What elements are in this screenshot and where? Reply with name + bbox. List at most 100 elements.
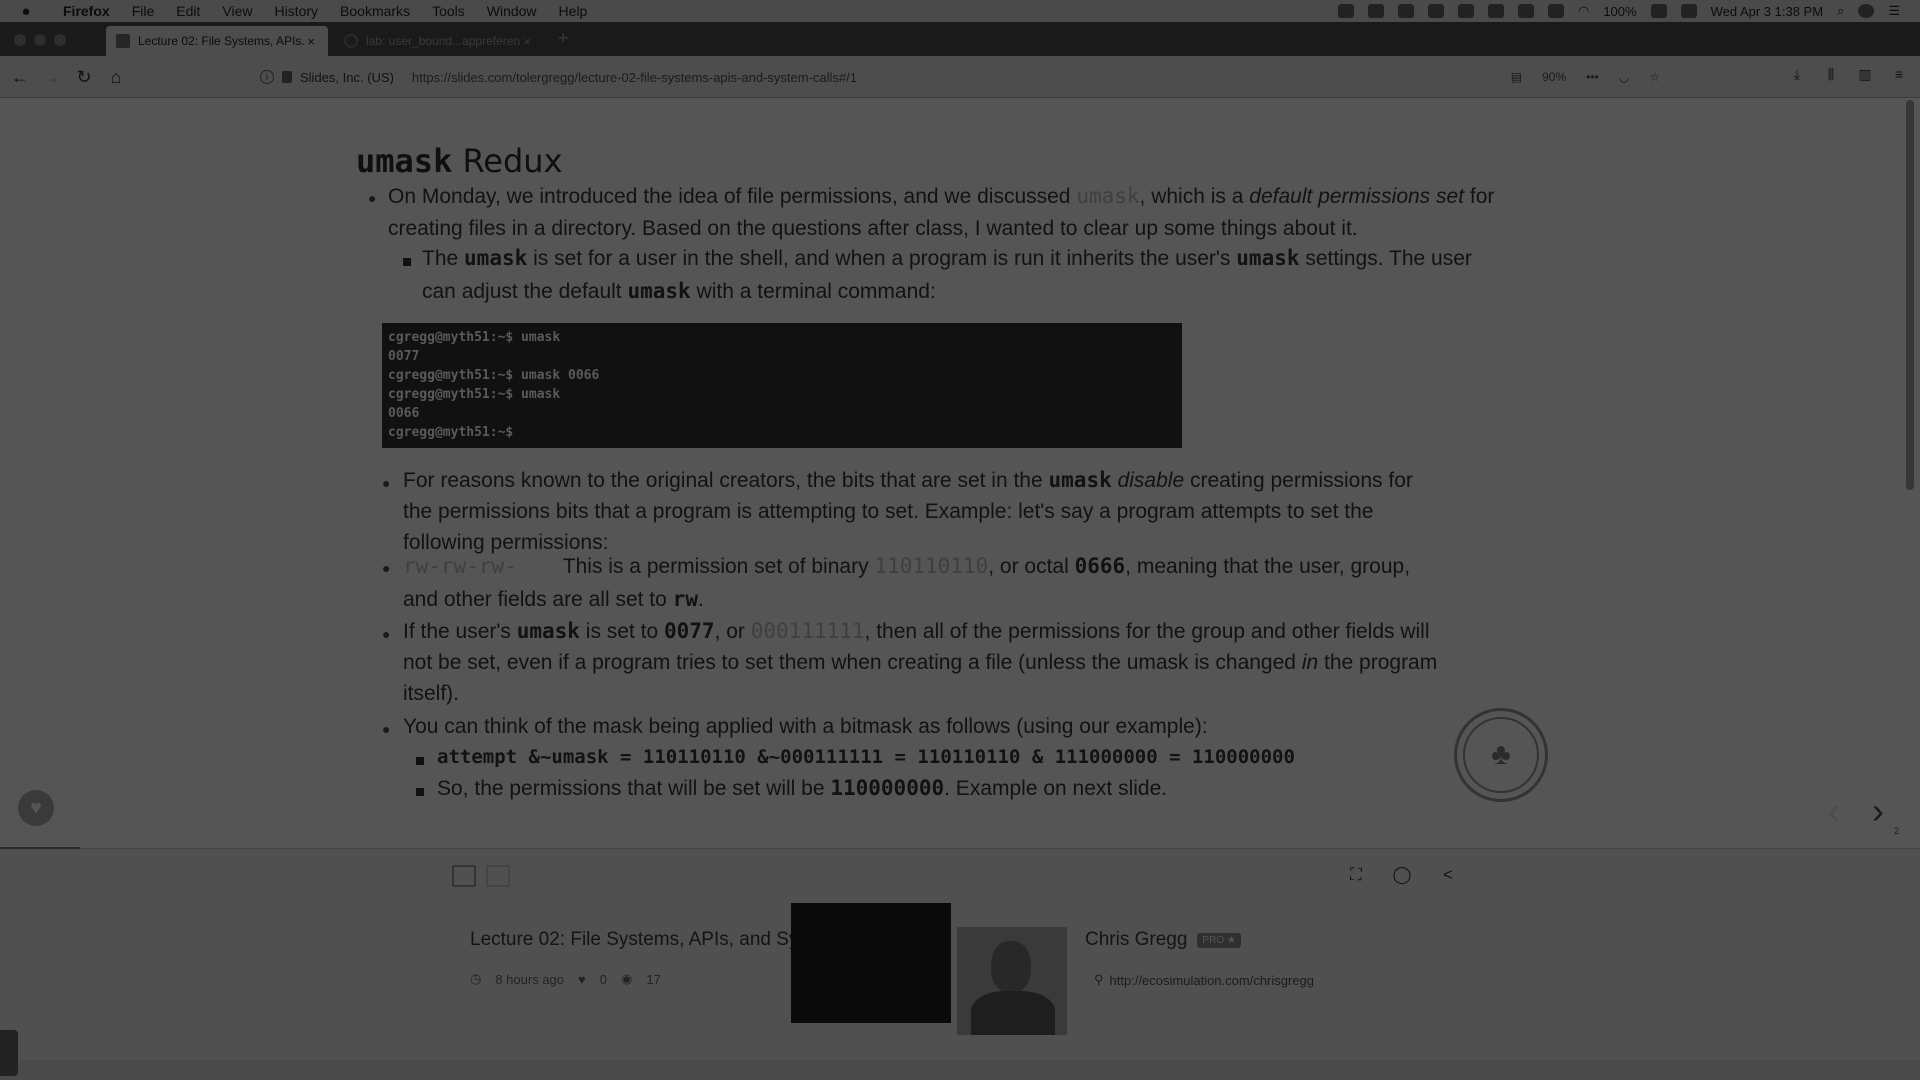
menu-history[interactable]: History (263, 3, 329, 19)
tab-lecture-02[interactable]: Lecture 02: File Systems, APIs... × (106, 26, 328, 56)
menu-help[interactable]: Help (548, 3, 599, 19)
share-icon[interactable]: < (1434, 861, 1462, 889)
tab-label: lab: user_bound...appreferen... (366, 34, 520, 48)
time-ago: 8 hours ago (495, 971, 565, 987)
reader-view-icon[interactable]: ▤ (1511, 70, 1522, 84)
library-icon[interactable]: ⫼ (1822, 65, 1840, 83)
next-slide-button[interactable]: › (1872, 790, 1884, 832)
sidebar-icon[interactable]: ▥ (1856, 65, 1874, 83)
dropbox-icon[interactable] (1367, 4, 1384, 18)
square-bullet-icon (416, 757, 424, 765)
like-count: 0 (599, 971, 607, 987)
like-button[interactable]: ♥ (18, 790, 54, 826)
deck-footer: ⛶ ◯ < Lecture 02: File Systems, APIs, an… (0, 847, 1920, 1080)
record-icon[interactable] (1337, 4, 1354, 18)
macos-menu-bar: ● Firefox File Edit View History Bookmar… (0, 0, 1920, 22)
wifi-icon[interactable]: ◠ (1578, 3, 1589, 19)
battery-percent[interactable]: 100% (1603, 4, 1636, 19)
bullet-5: You can think of the mask being applied … (403, 715, 1208, 738)
url-text[interactable]: https://slides.com/tolergregg/lecture-02… (412, 70, 857, 85)
menu-firefox[interactable]: Firefox (52, 3, 121, 19)
person-body (971, 991, 1055, 1035)
user-icon[interactable] (1858, 4, 1875, 18)
grid-view-icon[interactable] (486, 865, 510, 887)
dock-edge (0, 1060, 1920, 1080)
zoom-window-button[interactable] (54, 34, 66, 46)
apple-icon[interactable]: ● (0, 3, 52, 20)
link-icon: ⚲ (1094, 972, 1104, 987)
menu-file[interactable]: File (121, 3, 166, 19)
tab-close-icon[interactable]: × (304, 34, 318, 49)
navigation-bar: ← → ↻ ⌂ i Slides, Inc. (US) https://slid… (0, 56, 1920, 98)
progress-bar (0, 847, 80, 849)
previous-slide-button[interactable]: ‹ (1828, 790, 1840, 832)
tree-icon: ♣ (1491, 738, 1511, 771)
page-actions-icon[interactable]: ••• (1586, 70, 1599, 84)
square-bullet-icon (403, 258, 411, 266)
slides-favicon-icon (116, 34, 130, 48)
hamburger-menu-icon[interactable]: ≡ (1890, 65, 1908, 83)
forward-button[interactable]: → (40, 65, 64, 89)
circle-icon[interactable] (1517, 4, 1534, 18)
bullet-4: If the user's umask is set to 0077, or 0… (403, 619, 1438, 705)
skype-icon[interactable] (1457, 4, 1474, 18)
sub-bullet-final: So, the permissions that will be set wil… (437, 776, 1168, 800)
info-icon[interactable]: i (260, 70, 274, 84)
menu-tools[interactable]: Tools (421, 3, 476, 19)
close-window-button[interactable] (14, 34, 26, 46)
bullet-dot-icon: ● (382, 626, 391, 642)
author-name[interactable]: Chris Gregg (1085, 929, 1187, 951)
bullet-3: rw-rw-rw- This is a permission set of bin… (403, 554, 1411, 611)
fullscreen-icon[interactable]: ⛶ (1342, 861, 1370, 889)
bullet-2: For reasons known to the original creato… (403, 468, 1413, 554)
menu-view[interactable]: View (211, 3, 263, 19)
bullet-dot-icon: ● (382, 560, 391, 576)
side-tab[interactable] (0, 1030, 18, 1076)
stanford-seal-logo: ♣ (1454, 708, 1548, 802)
sub-bullet-1: The umask is set for a user in the shell… (422, 246, 1472, 303)
keyboard-icon[interactable] (1680, 4, 1697, 18)
tab-close-icon[interactable]: × (520, 34, 534, 49)
cloud-icon[interactable] (1427, 4, 1444, 18)
clock[interactable]: Wed Apr 3 1:38 PM (1711, 4, 1824, 19)
home-button[interactable]: ⌂ (104, 65, 128, 89)
terminal-line: 0077 (388, 349, 420, 364)
slide-title: umask Redux (356, 142, 563, 180)
bullet-dot-icon: ● (382, 475, 391, 491)
author-link[interactable]: ⚲ http://ecosimulation.com/chrisgregg (1094, 972, 1314, 988)
minimize-window-button[interactable] (34, 34, 46, 46)
airplay-icon[interactable] (1547, 4, 1564, 18)
menu-bookmarks[interactable]: Bookmarks (329, 3, 421, 19)
terminal-line: cgregg@myth51:~$ (388, 425, 514, 440)
pocket-icon[interactable]: ◡ (1619, 70, 1629, 84)
menu-window[interactable]: Window (476, 3, 548, 19)
app-icon[interactable] (1397, 4, 1414, 18)
present-icon[interactable] (452, 865, 476, 887)
pro-badge: PRO ★ (1197, 932, 1241, 948)
comment-icon[interactable]: ◯ (1388, 861, 1416, 889)
tab-lab[interactable]: lab: user_bound...appreferen... × (334, 26, 544, 56)
back-button[interactable]: ← (8, 65, 32, 89)
author-url[interactable]: http://ecosimulation.com/chrisgregg (1110, 973, 1314, 988)
downloads-icon[interactable]: ⤓ (1788, 65, 1806, 83)
lock-icon (282, 71, 292, 83)
menu-edit[interactable]: Edit (165, 3, 211, 19)
url-bar-actions: ▤ 90% ••• ◡ ☆ (1511, 63, 1660, 91)
battery-icon[interactable] (1650, 4, 1667, 18)
url-bar[interactable]: i Slides, Inc. (US) https://slides.com/t… (250, 63, 1660, 91)
reload-button[interactable]: ↻ (72, 65, 96, 89)
window-icon[interactable] (1487, 4, 1504, 18)
person-head (991, 941, 1031, 993)
notification-center-icon[interactable]: ☰ (1888, 3, 1900, 19)
bitmask-expression: attempt &~umask = 110110110 &~000111111 … (437, 746, 1295, 768)
webcam-video (957, 927, 1067, 1035)
eye-icon: ◉ (620, 971, 633, 986)
zoom-level[interactable]: 90% (1542, 70, 1566, 84)
scrollbar[interactable] (1906, 100, 1914, 490)
spotlight-icon[interactable]: ⌕ (1837, 3, 1844, 19)
author[interactable]: Chris Gregg PRO ★ (1085, 929, 1241, 951)
bookmark-star-icon[interactable]: ☆ (1649, 70, 1660, 84)
heart-icon[interactable]: ♥ (578, 972, 586, 987)
lab-favicon-icon (344, 34, 358, 48)
new-tab-button[interactable]: + (558, 28, 569, 49)
